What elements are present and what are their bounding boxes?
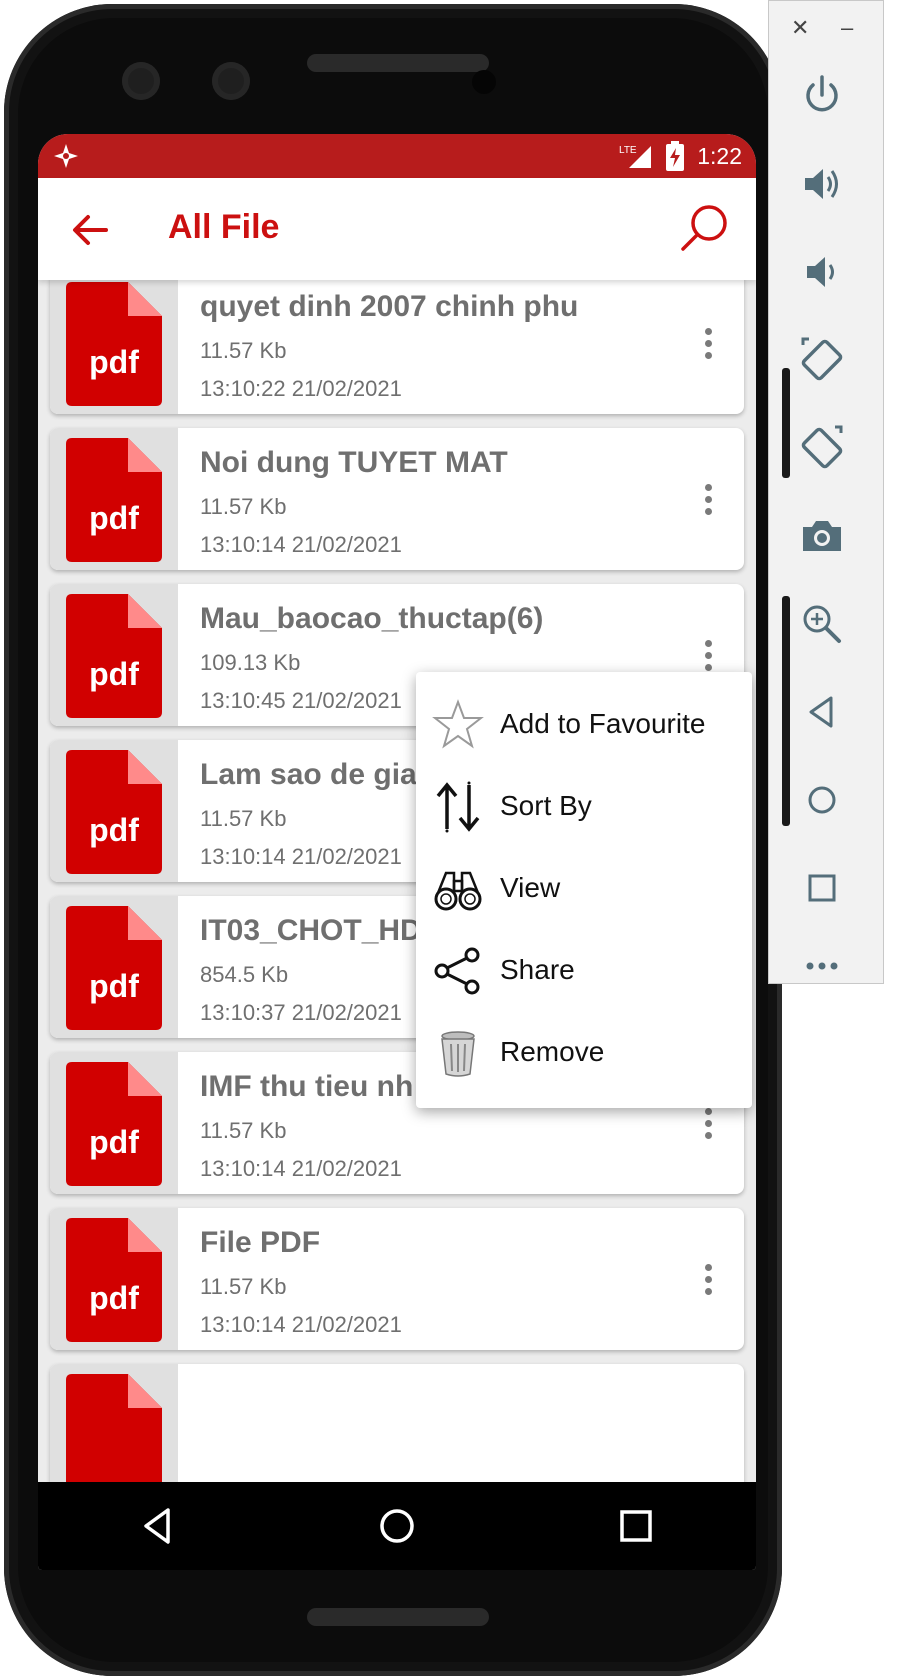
home-icon[interactable] xyxy=(797,775,847,825)
more-options-icon[interactable] xyxy=(702,484,714,518)
page-title: All File xyxy=(168,208,280,246)
file-type-label: pdf xyxy=(89,656,139,692)
top-speaker xyxy=(307,54,489,72)
hardware-power-button xyxy=(782,368,790,478)
bottom-speaker xyxy=(307,1608,489,1626)
file-thumbnail: pdf xyxy=(50,1052,178,1194)
file-card[interactable]: pdf Noi dung TUYET MAT 11.57 Kb 13:10:14… xyxy=(50,428,744,570)
file-size: 854.5 Kb xyxy=(200,962,289,987)
file-size: 11.57 Kb xyxy=(200,494,287,519)
more-options-icon[interactable] xyxy=(702,1108,714,1142)
file-size: 11.57 Kb xyxy=(200,1118,287,1143)
file-thumbnail: pdf xyxy=(50,1208,178,1350)
menu-item-label: View xyxy=(500,872,561,903)
pdf-file-icon xyxy=(66,1374,162,1498)
file-name: Noi dung TUYET MAT xyxy=(200,446,508,479)
network-type: LTE xyxy=(619,145,637,156)
more-options-icon[interactable] xyxy=(702,328,714,362)
status-bar: LTE 1:22 xyxy=(38,134,756,178)
file-size: 11.57 Kb xyxy=(200,1274,287,1299)
context-menu: Add to Favourite Sort By View Share Remo… xyxy=(416,672,752,1108)
file-thumbnail: pdf xyxy=(50,428,178,570)
file-date: 13:10:14 21/02/2021 xyxy=(200,1312,402,1337)
file-size: 11.57 Kb xyxy=(200,338,287,363)
more-icon[interactable] xyxy=(797,951,847,981)
file-date: 13:10:14 21/02/2021 xyxy=(200,844,402,869)
file-date: 13:10:14 21/02/2021 xyxy=(200,1156,402,1181)
file-thumbnail: pdf xyxy=(50,584,178,726)
star-outline-icon xyxy=(432,699,484,749)
file-name: IMF thu tieu nh xyxy=(200,1070,414,1103)
sort-arrows-icon xyxy=(436,781,480,833)
nav-recents-icon[interactable] xyxy=(614,1504,658,1548)
device-screen: LTE 1:22 All File pdf quyet dinh 2007 ch… xyxy=(38,134,756,1570)
volume-down-icon[interactable] xyxy=(797,247,847,297)
menu-item-sort-by[interactable]: Sort By xyxy=(416,766,752,848)
front-sensor xyxy=(212,62,250,100)
file-thumbnail: pdf xyxy=(50,272,178,414)
nav-back-icon[interactable] xyxy=(136,1504,180,1548)
search-icon[interactable] xyxy=(678,202,730,254)
menu-item-view[interactable]: View xyxy=(416,848,752,930)
file-thumbnail: pdf xyxy=(50,740,178,882)
file-name: Lam sao de gia xyxy=(200,758,417,791)
app-notification-icon xyxy=(54,144,78,168)
nav-home-icon[interactable] xyxy=(375,1504,419,1548)
battery-charging-icon xyxy=(666,141,685,171)
front-camera xyxy=(122,62,160,100)
file-type-label: pdf xyxy=(89,344,139,380)
file-card[interactable]: pdf quyet dinh 2007 chinh phu 11.57 Kb 1… xyxy=(50,272,744,414)
menu-item-label: Add to Favourite xyxy=(500,708,706,739)
file-type-label: pdf xyxy=(89,812,139,848)
file-date: 13:10:45 21/02/2021 xyxy=(200,688,402,713)
menu-item-add-to-favourite[interactable]: Add to Favourite xyxy=(416,684,752,766)
rotate-right-icon[interactable] xyxy=(797,423,847,473)
file-type-label: pdf xyxy=(89,1280,139,1316)
status-time: 1:22 xyxy=(697,142,742,169)
overview-icon[interactable] xyxy=(797,863,847,913)
file-name: Mau_baocao_thuctap(6) xyxy=(200,602,544,635)
file-date: 13:10:22 21/02/2021 xyxy=(200,376,402,401)
file-name: IT03_CHOT_HD xyxy=(200,914,422,947)
file-size: 11.57 Kb xyxy=(200,806,287,831)
camera-icon[interactable] xyxy=(797,511,847,561)
menu-item-label: Sort By xyxy=(500,790,592,821)
app-bar: All File xyxy=(38,178,756,280)
rotate-left-icon[interactable] xyxy=(797,335,847,385)
menu-item-label: Share xyxy=(500,954,575,985)
menu-item-share[interactable]: Share xyxy=(416,930,752,1012)
emulator-toolbar: ✕ – xyxy=(768,0,884,984)
proximity-sensor xyxy=(472,70,496,94)
more-options-icon[interactable] xyxy=(702,1264,714,1298)
file-type-label: pdf xyxy=(89,500,139,536)
file-thumbnail: pdf xyxy=(50,896,178,1038)
file-date: 13:10:14 21/02/2021 xyxy=(200,532,402,557)
zoom-icon[interactable] xyxy=(797,599,847,649)
emulator-window-controls: ✕ – xyxy=(769,15,883,45)
menu-item-remove[interactable]: Remove xyxy=(416,1012,752,1094)
more-options-icon[interactable] xyxy=(702,640,714,674)
binoculars-icon xyxy=(434,871,482,911)
file-card[interactable]: pdf File PDF 11.57 Kb 13:10:14 21/02/202… xyxy=(50,1208,744,1350)
file-name: File PDF xyxy=(200,1226,321,1259)
file-type-label: pdf xyxy=(89,1124,139,1160)
back-arrow-icon[interactable] xyxy=(68,208,112,252)
menu-item-label: Remove xyxy=(500,1036,605,1067)
lte-signal-icon: LTE xyxy=(619,145,652,168)
hardware-volume-buttons xyxy=(782,596,790,826)
power-icon[interactable] xyxy=(797,71,847,121)
share-icon xyxy=(434,947,480,995)
file-type-label: pdf xyxy=(89,968,139,1004)
system-navigation-bar xyxy=(38,1482,756,1570)
close-icon[interactable]: ✕ xyxy=(791,15,809,41)
back-icon[interactable] xyxy=(797,687,847,737)
file-date: 13:10:37 21/02/2021 xyxy=(200,1000,402,1025)
minimize-icon[interactable]: – xyxy=(841,15,853,41)
file-name: quyet dinh 2007 chinh phu xyxy=(200,290,579,323)
phone-frame: LTE 1:22 All File pdf quyet dinh 2007 ch… xyxy=(4,4,782,1676)
trash-icon xyxy=(441,1031,475,1077)
volume-up-icon[interactable] xyxy=(797,159,847,209)
file-size: 109.13 Kb xyxy=(200,650,301,675)
